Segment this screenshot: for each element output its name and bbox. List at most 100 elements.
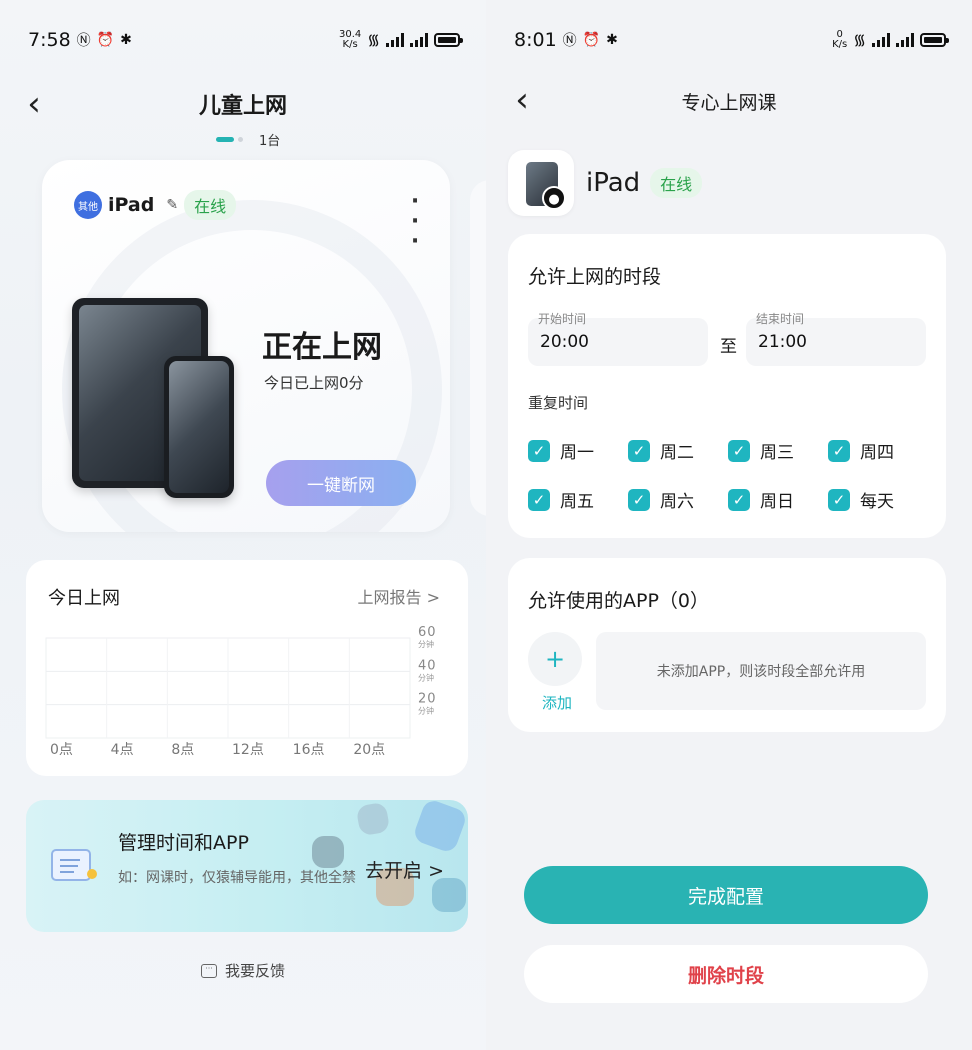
left-screen: 7:58 Ⓝ ⏰ ✱ 30.4 K/s ᯾ ‹ 儿童上网 1台 其他 iPad …: [0, 0, 486, 1050]
chart-x-tick-label: 12点: [232, 742, 264, 758]
ipad-device-icon: ●: [508, 150, 574, 216]
promo-subtitle: 如：网课时，仅猿辅导能用，其他全禁: [118, 870, 356, 886]
allowed-apps-title: 允许使用的APP（0）: [528, 590, 710, 612]
checkbox-checked-icon: ✓: [628, 488, 650, 511]
add-app-button[interactable]: +: [528, 632, 582, 686]
device-card: 其他 iPad ✎ 在线 · · · 正在上网 今日已上网0分 一键断网: [42, 160, 450, 532]
promo-title: 管理时间和APP: [118, 832, 249, 854]
network-speed: 30.4 K/s: [339, 30, 361, 50]
empty-app-hint: 未添加APP，则该时段全部允许用: [596, 632, 926, 710]
start-time-label: 开始时间: [538, 312, 587, 326]
add-app-label[interactable]: 添加: [542, 692, 572, 713]
end-time-value: 21:00: [758, 332, 807, 352]
day-label: 周二: [660, 443, 694, 463]
app-icon-decoration: [432, 878, 466, 912]
day-label: 周一: [560, 443, 594, 463]
device-header: ● iPad 在线: [508, 150, 703, 216]
signal-icon: [872, 33, 890, 47]
feedback-link[interactable]: ··· 我要反馈: [0, 960, 486, 981]
checkbox-checked-icon: ✓: [828, 439, 850, 462]
apple-logo-icon: ●: [542, 186, 566, 210]
to-label: 至: [720, 337, 737, 357]
nfc-icon: Ⓝ: [76, 33, 91, 49]
day-checkbox-thu[interactable]: ✓ 周四: [828, 438, 928, 463]
allowed-time-card: 允许上网的时段 开始时间 20:00 至 结束时间 21:00 重复时间 ✓ 周一…: [508, 234, 946, 538]
signal-icon: [410, 33, 428, 47]
today-usage-title: 今日上网: [48, 588, 120, 609]
day-label: 每天: [860, 492, 894, 512]
repeat-title: 重复时间: [528, 394, 589, 412]
pager-dot-active: [216, 137, 234, 142]
day-checkbox-sat[interactable]: ✓ 周六: [628, 487, 728, 512]
usage-report-link[interactable]: 上网报告 >: [358, 584, 441, 608]
day-checkbox-wed[interactable]: ✓ 周三: [728, 438, 828, 463]
nfc-icon: Ⓝ: [562, 33, 577, 49]
day-checkbox-fri[interactable]: ✓ 周五: [528, 487, 628, 512]
today-duration: 今日已上网0分: [264, 374, 364, 392]
bluetooth-icon: ✱: [120, 32, 132, 48]
chart-x-tick-label: 8点: [171, 742, 194, 758]
chart-y-tick-label: 40: [418, 658, 437, 673]
battery-icon: [920, 33, 949, 47]
checkbox-checked-icon: ✓: [728, 488, 750, 511]
end-time-label: 结束时间: [756, 312, 805, 326]
start-time-field[interactable]: 开始时间 20:00: [528, 312, 708, 366]
wifi-icon: ᯾: [367, 31, 380, 49]
right-screen: 8:01 Ⓝ ⏰ ✱ 0 K/s ᯾ ‹ 专心上网课 ● iPad 在线 允许上…: [486, 0, 972, 1050]
device-header: 其他 iPad ✎ 在线: [74, 190, 237, 220]
today-usage-card: 今日上网 上网报告 > 0点 4点 8点 12点 16点 20点 20 分钟 40 分钟 60 分钟: [26, 560, 468, 776]
chart-x-tick-label: 20点: [353, 742, 385, 758]
page-title: 专心上网课: [681, 92, 777, 114]
plus-icon: +: [544, 645, 566, 673]
day-checkbox-sun[interactable]: ✓ 周日: [728, 487, 828, 512]
pager-dot: [238, 137, 243, 142]
network-speed-unit: K/s: [832, 39, 848, 50]
online-status-badge: 在线: [650, 168, 703, 198]
day-label: 周日: [760, 492, 794, 512]
chart-y-tick-unit: 分钟: [418, 706, 434, 716]
chart-y-tick-unit: 分钟: [418, 672, 434, 682]
chart-y-tick-label: 60: [418, 625, 437, 640]
feedback-label: 我要反馈: [224, 962, 285, 980]
notebook-icon: [51, 849, 97, 881]
more-options-icon[interactable]: · · ·: [410, 191, 420, 253]
device-type-badge: 其他: [74, 191, 102, 219]
day-label: 周五: [560, 492, 594, 512]
disconnect-button[interactable]: 一键断网: [266, 460, 416, 506]
day-checkbox-everyday[interactable]: ✓ 每天: [828, 487, 928, 512]
chat-icon: ···: [200, 963, 217, 978]
battery-icon: [434, 33, 463, 47]
usage-chart: 0点 4点 8点 12点 16点 20点20分钟40分钟60分钟: [45, 625, 437, 758]
checkbox-checked-icon: ✓: [528, 439, 550, 462]
device-name: iPad: [108, 194, 155, 216]
day-label: 周三: [760, 443, 794, 463]
chart-x-tick-label: 16点: [293, 742, 325, 758]
network-speed: 0 K/s: [832, 30, 847, 50]
day-checkbox-tue[interactable]: ✓ 周二: [628, 438, 728, 463]
promo-enable-link[interactable]: 去开启 >: [365, 856, 444, 883]
app-icon-decoration: [355, 801, 391, 837]
end-time-field[interactable]: 结束时间 21:00: [746, 312, 926, 366]
checkbox-checked-icon: ✓: [728, 439, 750, 462]
device-name: iPad: [586, 168, 641, 198]
checkbox-checked-icon: ✓: [628, 439, 650, 462]
checkbox-checked-icon: ✓: [528, 488, 550, 511]
surfing-status: 正在上网: [262, 330, 382, 365]
edit-icon[interactable]: ✎: [166, 197, 178, 213]
page-title: 儿童上网: [198, 94, 287, 119]
status-time: 8:01: [514, 29, 557, 51]
delete-period-button[interactable]: 删除时段: [524, 945, 928, 1003]
next-device-card-peek[interactable]: [470, 180, 486, 516]
day-checkbox-mon[interactable]: ✓ 周一: [528, 438, 628, 463]
status-time: 7:58: [28, 29, 71, 51]
manage-promo-banner[interactable]: 管理时间和APP 如：网课时，仅猿辅导能用，其他全禁 去开启 >: [26, 800, 468, 932]
day-label: 周四: [860, 443, 894, 463]
complete-config-button[interactable]: 完成配置: [524, 866, 928, 924]
chart-x-tick-label: 0点: [50, 742, 73, 758]
chart-x-tick-label: 4点: [111, 742, 134, 758]
app-icon-decoration: [312, 836, 344, 868]
chart-y-tick-label: 20: [418, 692, 437, 707]
signal-icon: [386, 33, 404, 47]
alarm-icon: ⏰: [582, 32, 601, 48]
network-speed-unit: K/s: [342, 39, 358, 50]
